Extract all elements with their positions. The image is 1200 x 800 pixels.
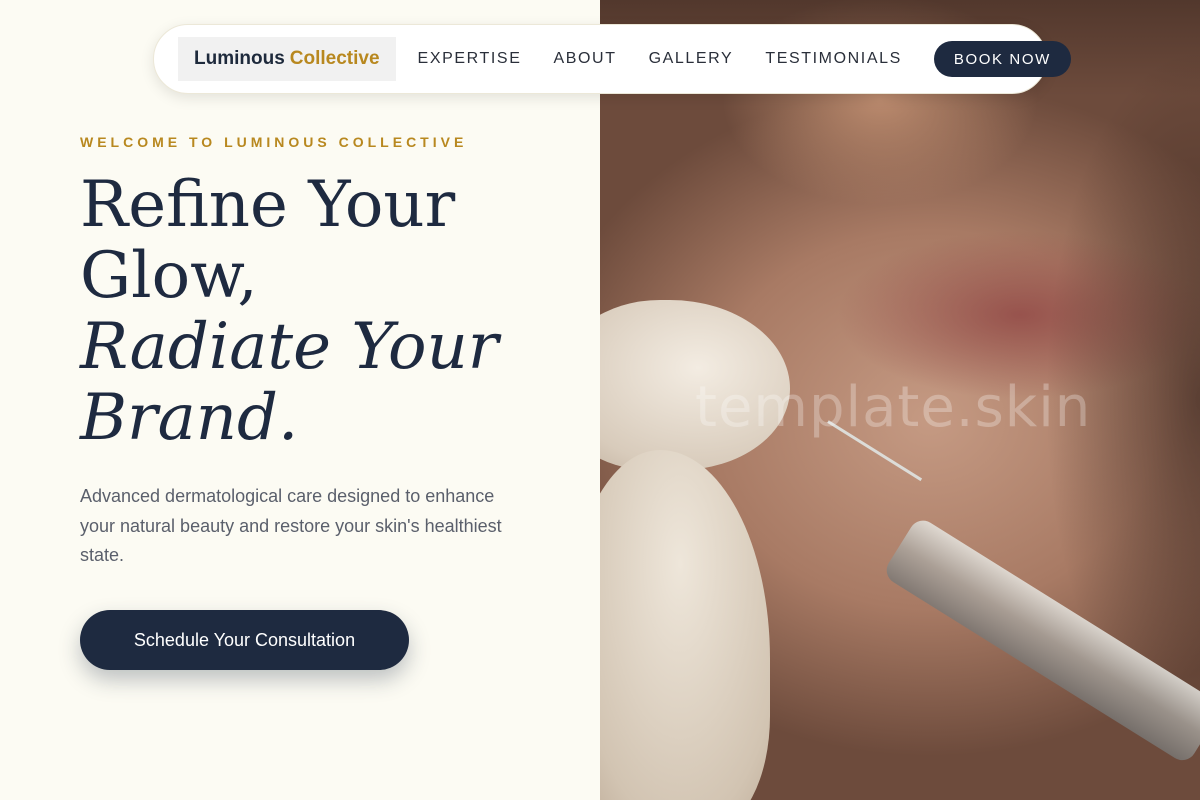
top-navbar: Luminous Collective EXPERTISE ABOUT GALL…: [153, 24, 1071, 94]
schedule-consultation-button[interactable]: Schedule Your Consultation: [80, 610, 409, 670]
nav-link-about[interactable]: ABOUT: [553, 50, 616, 68]
page: template.skin Luminous Collective EXPERT…: [0, 0, 1200, 800]
headline-line-3: Radiate Your: [80, 310, 499, 384]
brand-accent: Collective: [289, 48, 380, 69]
hero-headline: Refine Your Glow, Radiate Your Brand.: [80, 170, 580, 454]
headline-line-2: Glow,: [80, 239, 258, 313]
nav-link-expertise[interactable]: EXPERTISE: [418, 50, 522, 68]
headline-line-1: Refine Your: [80, 168, 456, 242]
nav-link-gallery[interactable]: GALLERY: [649, 50, 734, 68]
book-now-button[interactable]: BOOK NOW: [933, 41, 1071, 77]
hero-photo: template.skin: [600, 0, 1200, 800]
nav-link-testimonials[interactable]: TESTIMONIALS: [765, 50, 902, 68]
watermark: template.skin: [695, 375, 1092, 440]
hero-description: Advanced dermatological care designed to…: [80, 486, 502, 565]
hero-eyebrow: WELCOME TO LUMINOUS COLLECTIVE: [80, 134, 468, 150]
brand-name: Luminous: [194, 48, 285, 69]
brand-logo[interactable]: Luminous Collective: [178, 37, 396, 81]
headline-line-4: Brand.: [80, 381, 299, 455]
